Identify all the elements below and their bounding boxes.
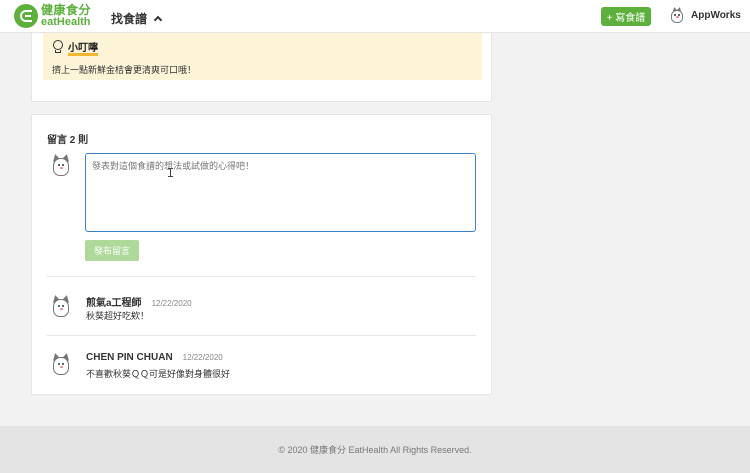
comment-text: 不喜歡秋葵ＱＱ可是好像對身體很好 (86, 369, 231, 379)
tip-title-text: 小叮嚀 (68, 42, 98, 54)
cat-avatar-icon (668, 6, 686, 24)
comment-author-name: CHEN PIN CHUAN (86, 352, 173, 363)
comment-date: 12/22/2020 (151, 299, 192, 308)
logo-fork-icon (14, 4, 38, 28)
user-name: AppWorks (691, 9, 741, 21)
comments-count-heading: 留言 2 則 (47, 135, 89, 146)
page-footer: © 2020 健康食分 EatHealth All Rights Reserve… (0, 426, 750, 473)
comment-author-avatar (49, 352, 73, 376)
comment-author-avatar (49, 294, 73, 318)
logo-text-cn: 健康食分 (41, 3, 92, 17)
divider (47, 335, 476, 336)
tip-text: 擠上一點新鮮金桔會更清爽可口哦！ (52, 65, 197, 75)
comment-input[interactable] (85, 153, 476, 232)
write-recipe-button[interactable]: + 寫食譜 (601, 7, 651, 26)
recipe-tip-card: 小叮嚀 擠上一點新鮮金桔會更清爽可口哦！ (31, 33, 492, 102)
comment-text: 秋葵超好吃欸！ (86, 311, 150, 321)
top-navbar: 健康食分 eatHealth 找食譜 + 寫食譜 AppWorks (0, 0, 750, 33)
site-logo[interactable]: 健康食分 eatHealth (14, 4, 91, 28)
tip-box: 小叮嚀 擠上一點新鮮金桔會更清爽可口哦！ (43, 33, 482, 80)
comment-author: 煎氣a工程師 12/22/2020 (86, 294, 192, 309)
footer-copyright: © 2020 健康食分 EatHealth All Rights Reserve… (278, 445, 472, 455)
text-cursor-icon (168, 168, 173, 177)
nav-find-recipes-label: 找食譜 (111, 12, 148, 26)
post-comment-button[interactable]: 發布留言 (85, 240, 139, 261)
comment-item: CHEN PIN CHUAN 12/22/2020 不喜歡秋葵ＱＱ可是好像對身體很… (47, 348, 476, 388)
nav-find-recipes[interactable]: 找食譜 (111, 10, 163, 27)
comment-author: CHEN PIN CHUAN 12/22/2020 (86, 352, 223, 363)
divider (47, 276, 476, 277)
current-user-avatar (49, 153, 73, 177)
comment-item: 煎氣a工程師 12/22/2020 秋葵超好吃欸！ (47, 290, 476, 330)
tip-title: 小叮嚀 (51, 38, 98, 54)
comments-card: 留言 2 則 發布留言 煎氣a工程師 12/22/2020 秋葵超好吃欸！ CHE… (31, 114, 492, 395)
user-menu[interactable]: AppWorks (668, 6, 741, 24)
logo-text-en: eatHealth (41, 16, 91, 28)
comment-date: 12/22/2020 (182, 353, 223, 362)
lightbulb-icon (51, 38, 65, 54)
chevron-up-icon (153, 15, 163, 25)
comment-author-name: 煎氣a工程師 (86, 298, 142, 309)
